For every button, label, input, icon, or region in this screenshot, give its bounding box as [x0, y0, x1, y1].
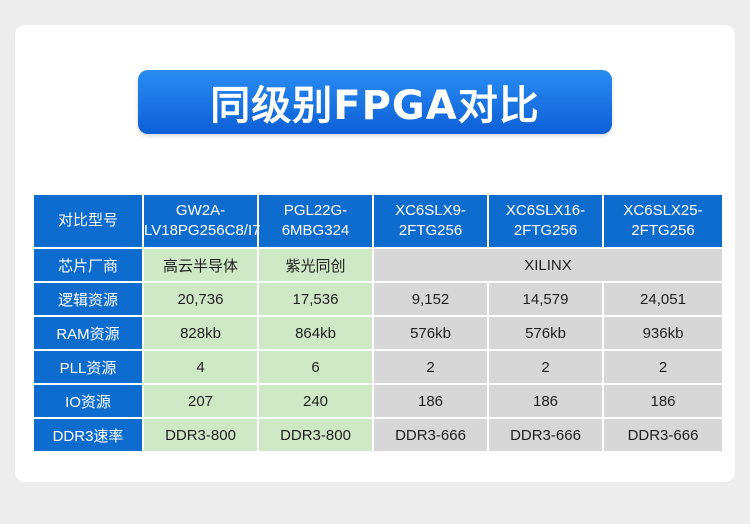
- table-cell: 24,051: [602, 281, 724, 317]
- vendor-xilinx: XILINX: [372, 247, 724, 283]
- table-cell: 2: [602, 349, 724, 385]
- table-cell: 936kb: [602, 315, 724, 351]
- comparison-table: 对比型号 GW2A- LV18PG256C8/I7 PGL22G- 6MBG324 …: [32, 193, 724, 453]
- table-row: IO资源 207 240 186 186 186: [32, 383, 724, 419]
- table-row: DDR3速率 DDR3-800 DDR3-800 DDR3-666 DDR3-6…: [32, 417, 724, 453]
- table-cell: 14,579: [487, 281, 604, 317]
- table-cell: 186: [372, 383, 489, 419]
- row-label: DDR3速率: [32, 417, 144, 453]
- table-cell: 2: [487, 349, 604, 385]
- row-label: PLL资源: [32, 349, 144, 385]
- table-cell: DDR3-800: [257, 417, 374, 453]
- table-cell: 576kb: [487, 315, 604, 351]
- table-row-vendor: 芯片厂商 高云半导体 紫光同创 XILINX: [32, 247, 724, 283]
- header-model-xc6slx25: XC6SLX25- 2FTG256: [602, 193, 724, 249]
- row-label: IO资源: [32, 383, 144, 419]
- table-cell: 2: [372, 349, 489, 385]
- table-row: PLL资源 4 6 2 2 2: [32, 349, 724, 385]
- page-title: 同级别FPGA对比: [210, 83, 540, 129]
- header-model-xc6slx16: XC6SLX16- 2FTG256: [487, 193, 604, 249]
- table-cell: 207: [142, 383, 259, 419]
- table-header-row: 对比型号 GW2A- LV18PG256C8/I7 PGL22G- 6MBG324 …: [32, 193, 724, 249]
- title-banner: 同级别FPGA对比: [138, 70, 612, 134]
- table-cell: 17,536: [257, 281, 374, 317]
- table-cell: 9,152: [372, 281, 489, 317]
- header-label: 对比型号: [32, 193, 144, 249]
- header-model-gowin: GW2A- LV18PG256C8/I7: [142, 193, 260, 249]
- table-cell: DDR3-666: [602, 417, 724, 453]
- table-cell: 864kb: [257, 315, 374, 351]
- header-model-pango: PGL22G- 6MBG324: [257, 193, 374, 249]
- header-model-xc6slx9: XC6SLX9- 2FTG256: [372, 193, 489, 249]
- vendor-pango: 紫光同创: [257, 247, 374, 283]
- table-row: 逻辑资源 20,736 17,536 9,152 14,579 24,051: [32, 281, 724, 317]
- table-cell: 20,736: [142, 281, 259, 317]
- table-cell: 6: [257, 349, 374, 385]
- table-cell: 828kb: [142, 315, 259, 351]
- vendor-gowin: 高云半导体: [142, 247, 259, 283]
- table-cell: 186: [602, 383, 724, 419]
- table-cell: 4: [142, 349, 259, 385]
- table-cell: 186: [487, 383, 604, 419]
- table-row: RAM资源 828kb 864kb 576kb 576kb 936kb: [32, 315, 724, 351]
- table-cell: DDR3-666: [372, 417, 489, 453]
- table-cell: 576kb: [372, 315, 489, 351]
- table-cell: DDR3-666: [487, 417, 604, 453]
- row-label: 芯片厂商: [32, 247, 144, 283]
- row-label: RAM资源: [32, 315, 144, 351]
- table-cell: 240: [257, 383, 374, 419]
- table-cell: DDR3-800: [142, 417, 259, 453]
- row-label: 逻辑资源: [32, 281, 144, 317]
